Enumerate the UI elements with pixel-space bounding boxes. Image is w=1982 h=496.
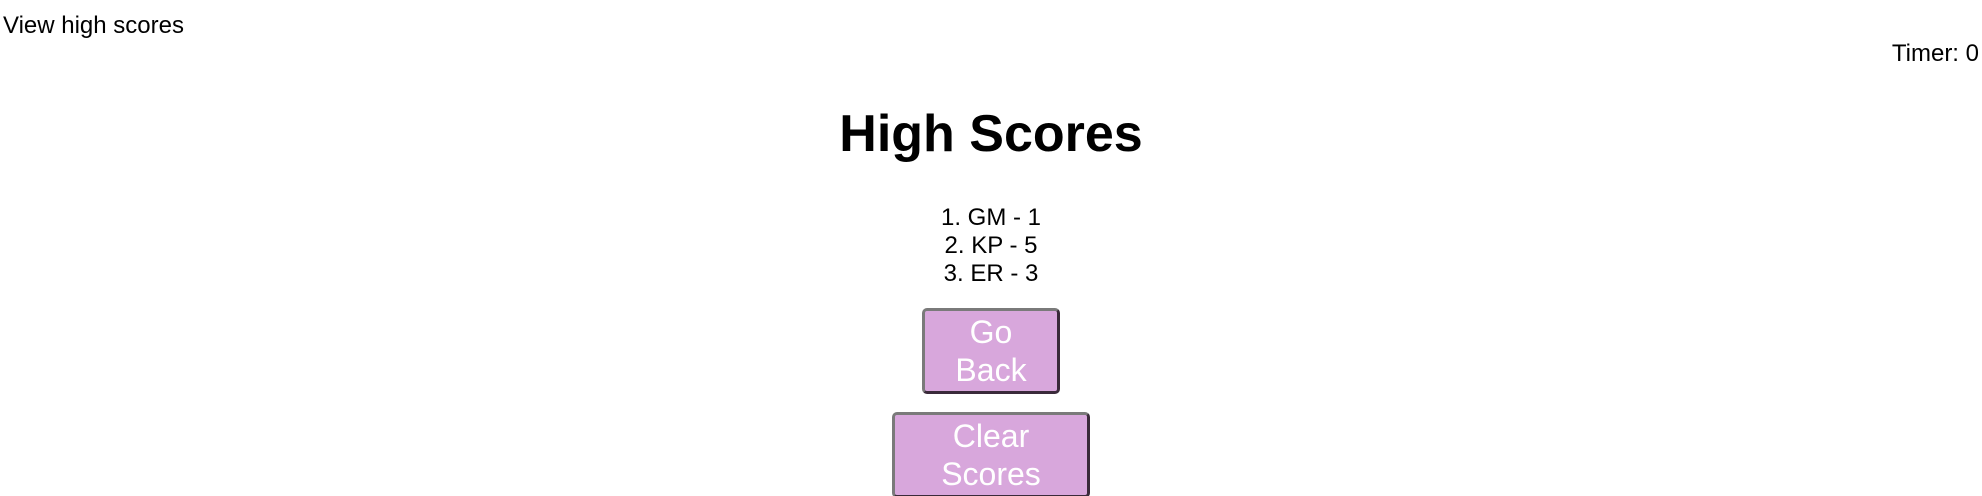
score-item: 2. KP - 5 [944, 232, 1038, 259]
view-high-scores-link[interactable]: View high scores [3, 12, 184, 40]
score-item: 3. ER - 3 [943, 260, 1039, 287]
page: View high scores Timer: 0 High Scores 1.… [0, 0, 1982, 496]
clear-scores-row: Clear Scores [0, 412, 1982, 496]
go-back-row: Go Back [0, 308, 1982, 394]
scores-list: 1. GM - 1 2. KP - 5 3. ER - 3 [0, 204, 1982, 288]
clear-scores-button[interactable]: Clear Scores [892, 412, 1090, 496]
high-scores-panel: High Scores 1. GM - 1 2. KP - 5 3. ER - … [0, 103, 1982, 496]
score-item: 1. GM - 1 [940, 204, 1042, 231]
timer-display: Timer: 0 [1891, 40, 1979, 67]
page-title: High Scores [839, 105, 1143, 163]
go-back-button[interactable]: Go Back [922, 308, 1060, 394]
